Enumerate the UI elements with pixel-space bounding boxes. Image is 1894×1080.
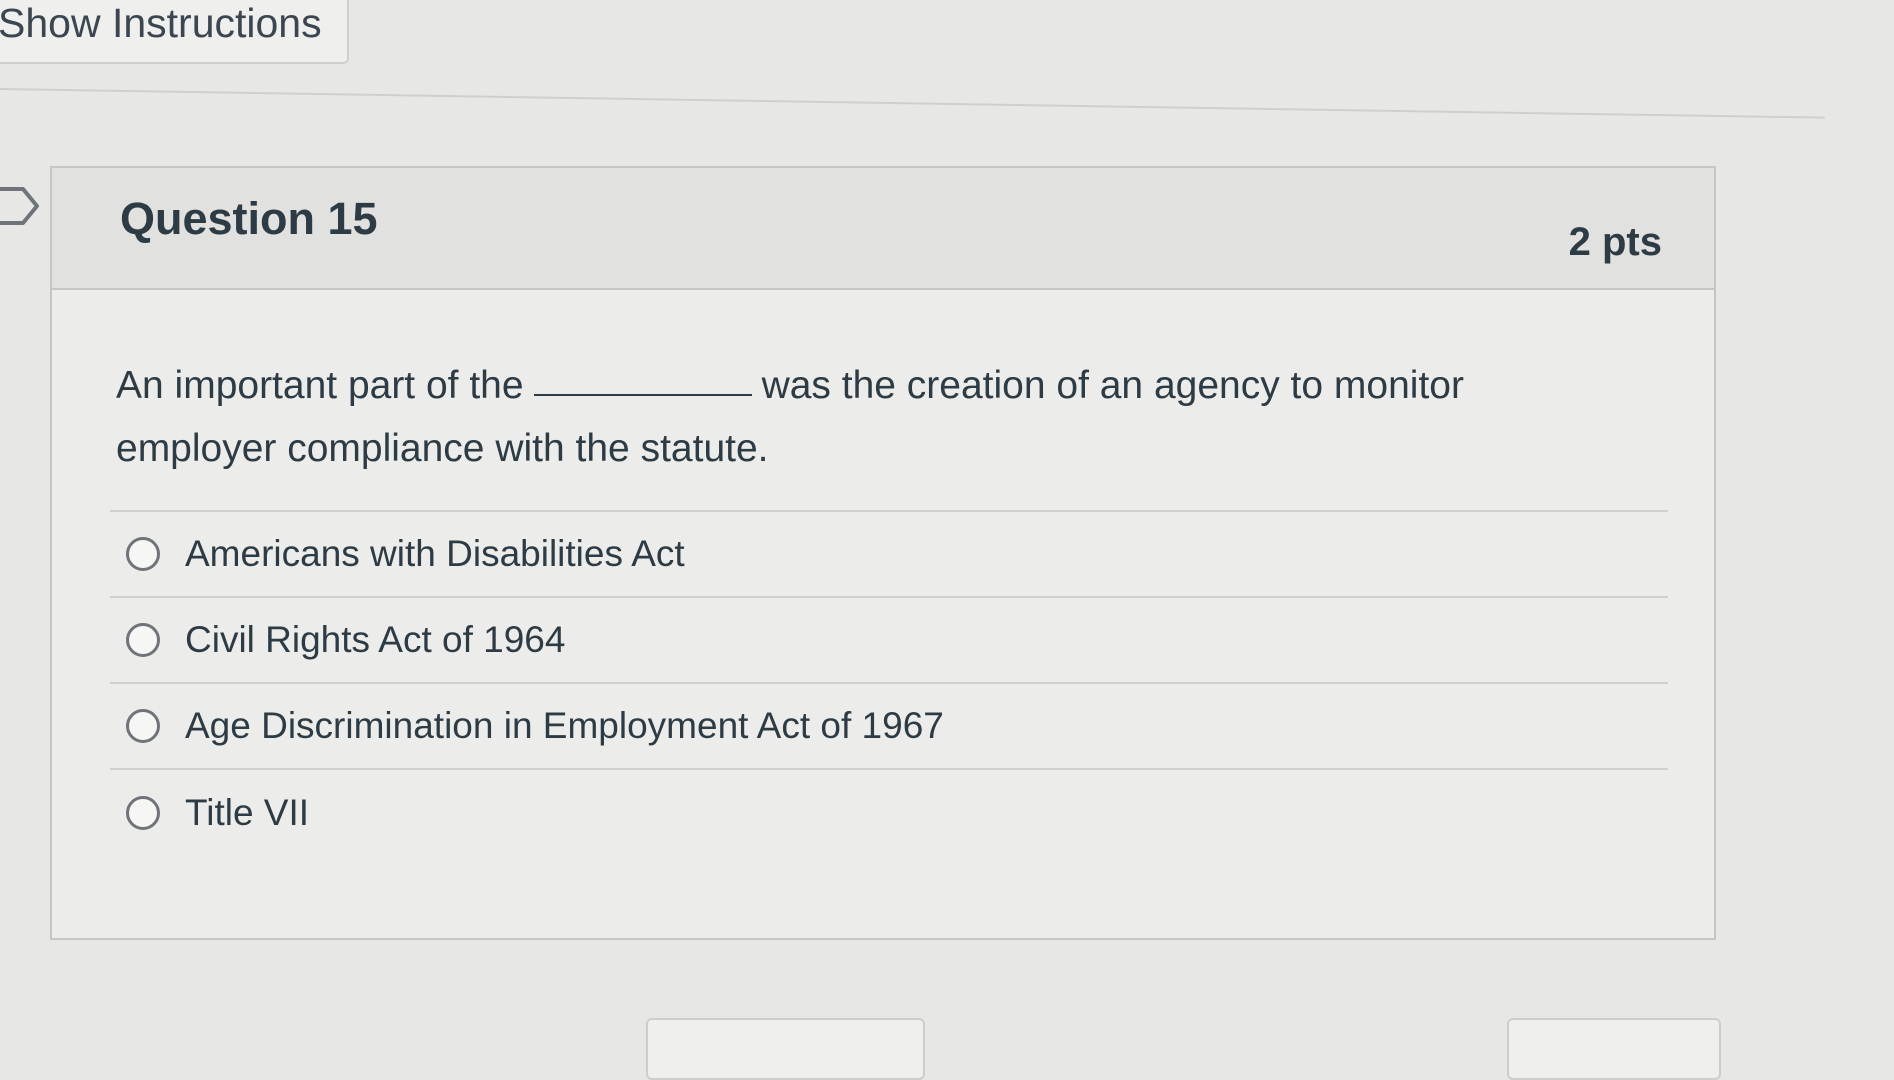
bottom-left-button[interactable]	[646, 1018, 925, 1080]
radio-unchecked-icon[interactable]	[126, 537, 160, 571]
radio-unchecked-icon[interactable]	[126, 796, 160, 830]
question-prompt: An important part of the was the creation…	[116, 354, 1576, 480]
question-text-before-blank: An important part of the	[116, 364, 524, 407]
answer-option-label: Title VII	[185, 792, 310, 833]
fill-in-blank-line	[533, 394, 752, 396]
answer-option-label: Americans with Disabilities Act	[185, 533, 685, 574]
answer-option-ada[interactable]: Americans with Disabilities Act	[110, 512, 1668, 598]
answer-option-label: Age Discrimination in Employment Act of …	[185, 705, 944, 746]
answer-option-civil-rights-act-1964[interactable]: Civil Rights Act of 1964	[110, 598, 1668, 684]
bottom-right-button[interactable]	[1507, 1018, 1721, 1080]
question-card: Question 15 2 pts An important part of t…	[50, 166, 1716, 940]
answer-option-title-vii[interactable]: Title VII	[110, 770, 1668, 856]
show-instructions-button[interactable]: Show Instructions	[0, 0, 349, 64]
question-header: Question 15 2 pts	[52, 168, 1714, 290]
section-divider	[0, 88, 1825, 119]
radio-unchecked-icon[interactable]	[126, 623, 160, 657]
flag-icon[interactable]	[0, 186, 40, 226]
radio-unchecked-icon[interactable]	[126, 709, 160, 743]
answer-option-label: Civil Rights Act of 1964	[185, 619, 566, 660]
question-points: 2 pts	[1568, 220, 1662, 264]
answer-option-adea-1967[interactable]: Age Discrimination in Employment Act of …	[110, 684, 1668, 770]
answer-options: Americans with Disabilities Act Civil Ri…	[110, 510, 1668, 856]
question-title: Question 15	[120, 193, 378, 244]
